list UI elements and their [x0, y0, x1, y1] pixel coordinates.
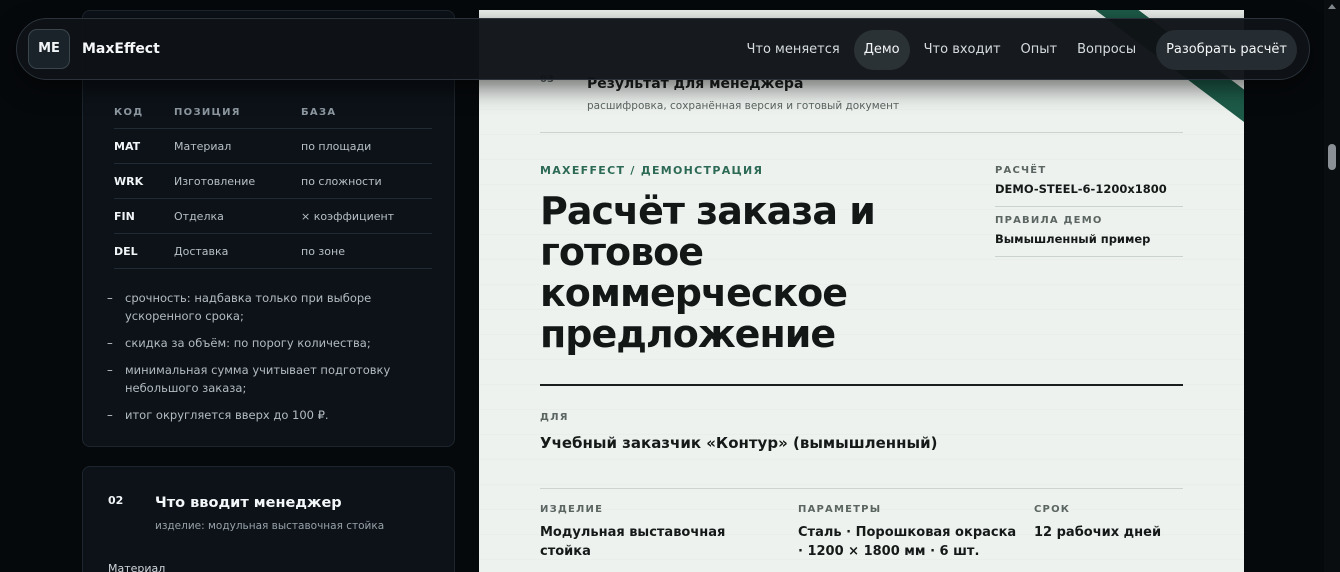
row-position: Доставка	[174, 245, 229, 258]
client-label: ДЛЯ	[540, 412, 569, 423]
page-scrollbar[interactable]	[1324, 0, 1340, 572]
row-base: × коэффициент	[301, 210, 395, 223]
row-code: FIN	[114, 210, 135, 223]
nav-links: Что меняется Демо Что входит Опыт Вопрос…	[736, 30, 1297, 70]
nav-link-included[interactable]: Что входит	[914, 30, 1011, 70]
spec-label: ПАРАМЕТРЫ	[798, 504, 882, 515]
list-item: минимальная сумма учитывает подготовку н…	[107, 361, 437, 397]
spec-value: 12 рабочих дней	[1034, 525, 1162, 540]
divider	[540, 488, 1183, 489]
meta-label: РАСЧЁТ	[995, 165, 1047, 176]
logo[interactable]: ME	[28, 29, 70, 69]
table-row: WRK Изготовление по сложности	[114, 164, 432, 199]
meta-calc: РАСЧЁТ DEMO-STEEL-6-1200x1800	[995, 165, 1183, 207]
row-base: по площади	[301, 140, 372, 153]
spec-product: ИЗДЕЛИЕ Модульная выставочная стойка	[540, 504, 780, 561]
table-row: DEL Доставка по зоне	[114, 234, 432, 269]
row-base: по сложности	[301, 175, 382, 188]
row-code: MAT	[114, 140, 141, 153]
spec-deadline: СРОК 12 рабочих дней	[1034, 504, 1184, 542]
meta-label: ПРАВИЛА ДЕМО	[995, 215, 1103, 226]
table-row: MAT Материал по площади	[114, 129, 432, 164]
spec-label: СРОК	[1034, 504, 1071, 515]
document-eyebrow: MAXEFFECT / ДЕМОНСТРАЦИЯ	[540, 164, 764, 177]
analyze-calculation-button[interactable]: Разобрать расчёт	[1156, 30, 1297, 70]
list-item: скидка за объём: по порогу количества;	[107, 334, 437, 352]
meta-rules: ПРАВИЛА ДЕМО Вымышленный пример	[995, 215, 1183, 257]
row-base: по зоне	[301, 245, 345, 258]
divider	[540, 384, 1183, 386]
step-subtitle: изделие: модульная выставочная стойка	[155, 520, 385, 532]
section-subtitle: расшифровка, сохранённая версия и готовы…	[587, 100, 900, 112]
row-code: DEL	[114, 245, 138, 258]
row-position: Материал	[174, 140, 232, 153]
meta-value: Вымышленный пример	[995, 232, 1183, 257]
nav-link-changes[interactable]: Что меняется	[736, 30, 849, 70]
table-row: FIN Отделка × коэффициент	[114, 199, 432, 234]
header-code: КОД	[114, 107, 144, 118]
manager-input-card: 02 Что вводит менеджер изделие: модульна…	[82, 466, 455, 572]
material-field-label: Материал	[108, 562, 166, 572]
nav-link-faq[interactable]: Вопросы	[1067, 30, 1146, 70]
nav-link-experience[interactable]: Опыт	[1011, 30, 1068, 70]
scroll-thumb[interactable]	[1328, 144, 1336, 170]
proposal-document: ТА 03 Результат для менеджера расшифровк…	[479, 10, 1244, 572]
spec-parameters: ПАРАМЕТРЫ Сталь · Порошковая окраска · 1…	[798, 504, 1018, 561]
meta-value: DEMO-STEEL-6-1200x1800	[995, 182, 1183, 207]
step-title: Что вводит менеджер	[155, 495, 342, 511]
spec-value: Модульная выставочная стойка	[540, 525, 726, 559]
row-code: WRK	[114, 175, 144, 188]
client-name: Учебный заказчик «Контур» (вымышленный)	[540, 434, 938, 452]
list-item: итог округляется вверх до 100 ₽.	[107, 406, 437, 424]
spec-label: ИЗДЕЛИЕ	[540, 504, 604, 515]
document-title: Расчёт заказа и готовое коммерческое пре…	[540, 189, 876, 356]
top-navigation: ME MaxEffect Что меняется Демо Что входи…	[16, 18, 1310, 80]
scroll-up-arrow-icon[interactable]	[1328, 4, 1336, 9]
list-item: срочность: надбавка только при выборе ус…	[107, 289, 437, 325]
header-position: ПОЗИЦИЯ	[174, 107, 241, 118]
nav-link-demo[interactable]: Демо	[853, 30, 910, 70]
brand-name[interactable]: MaxEffect	[82, 41, 160, 57]
pricing-notes: срочность: надбавка только при выборе ус…	[107, 289, 437, 433]
spec-value: Сталь · Порошковая окраска · 1200 × 1800…	[798, 525, 1017, 559]
row-position: Изготовление	[174, 175, 256, 188]
header-base: БАЗА	[301, 107, 337, 118]
step-number: 02	[108, 494, 124, 507]
row-position: Отделка	[174, 210, 224, 223]
divider	[540, 132, 1183, 133]
bases-table-header: КОД ПОЗИЦИЯ БАЗА	[114, 105, 432, 129]
